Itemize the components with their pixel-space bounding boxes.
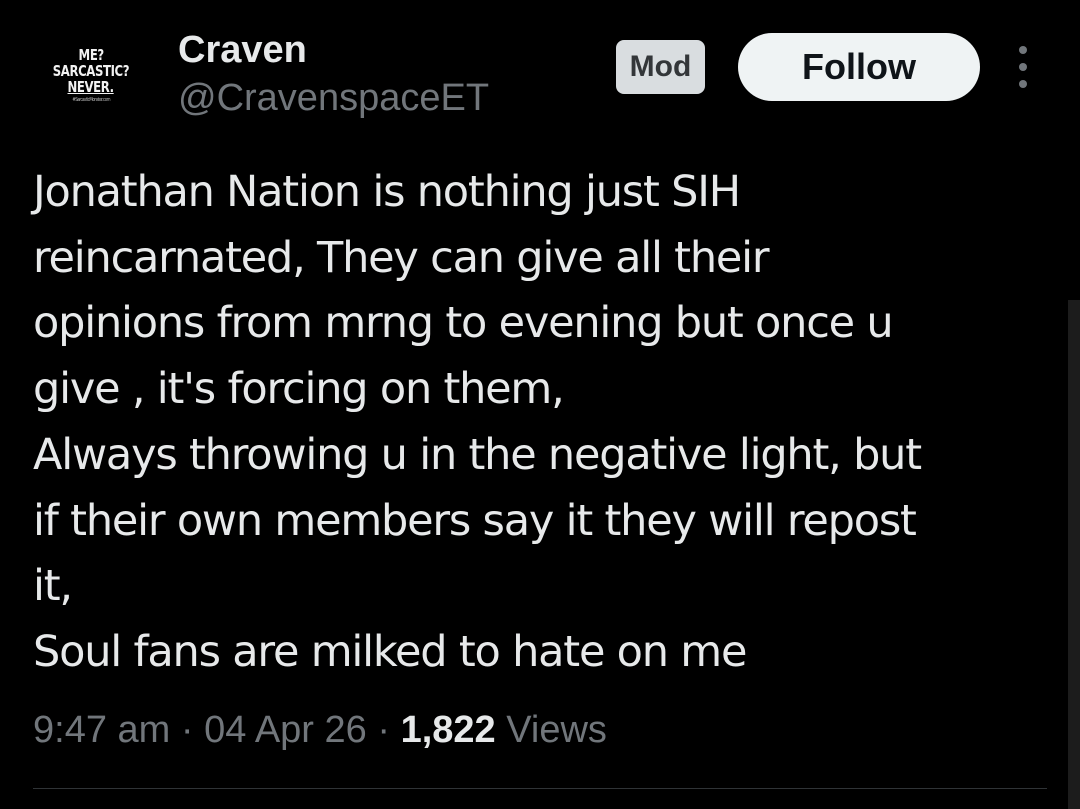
avatar-text-line-2: SARCASTIC? xyxy=(52,62,130,80)
tweet-meta: 9:47 am · 04 Apr 26 · 1,822 Views xyxy=(33,702,607,758)
divider xyxy=(33,788,1047,789)
tweet-text-line: opinions from mrng to evening but once u xyxy=(33,298,894,349)
scrollbar[interactable] xyxy=(1068,300,1080,809)
more-vertical-icon[interactable] xyxy=(1010,46,1036,88)
tweet-text-line: Jonathan Nation is nothing just SIH xyxy=(33,167,741,217)
avatar-text-line-4: #SarcasticMonster.com xyxy=(72,97,110,103)
tweet-text-line: it, xyxy=(33,561,73,612)
tweet-text-line: Always throwing u in the negative light,… xyxy=(33,429,922,480)
tweet-text-line: Soul fans are milked to hate on me xyxy=(33,626,747,677)
meta-separator: · xyxy=(377,709,401,751)
tweet-text: Jonathan Nation is nothing just SIH rein… xyxy=(33,160,1043,686)
avatar-text-line-1: ME? xyxy=(78,46,104,64)
tweet-time[interactable]: 9:47 am xyxy=(33,709,170,751)
avatar[interactable]: ME? SARCASTIC? NEVER. #SarcasticMonster.… xyxy=(36,34,146,144)
avatar-text-line-3: NEVER. xyxy=(67,78,115,96)
views-label: Views xyxy=(506,709,607,751)
user-handle[interactable]: @CravenspaceET xyxy=(178,76,489,120)
views-count[interactable]: 1,822 xyxy=(401,709,507,751)
mod-badge: Mod xyxy=(616,40,705,94)
display-name[interactable]: Craven xyxy=(178,28,307,72)
more-dot xyxy=(1019,46,1027,54)
tweet-text-line: if their own members say it they will re… xyxy=(33,495,917,546)
meta-separator: · xyxy=(180,709,205,751)
tweet-card: ME? SARCASTIC? NEVER. #SarcasticMonster.… xyxy=(0,0,1080,809)
follow-button[interactable]: Follow xyxy=(738,33,980,101)
tweet-text-line: give , it's forcing on them, xyxy=(33,364,565,415)
more-dot xyxy=(1019,63,1027,71)
more-dot xyxy=(1019,80,1027,88)
tweet-text-line: reincarnated, They can give all their xyxy=(33,232,770,283)
tweet-date[interactable]: 04 Apr 26 xyxy=(204,709,367,751)
